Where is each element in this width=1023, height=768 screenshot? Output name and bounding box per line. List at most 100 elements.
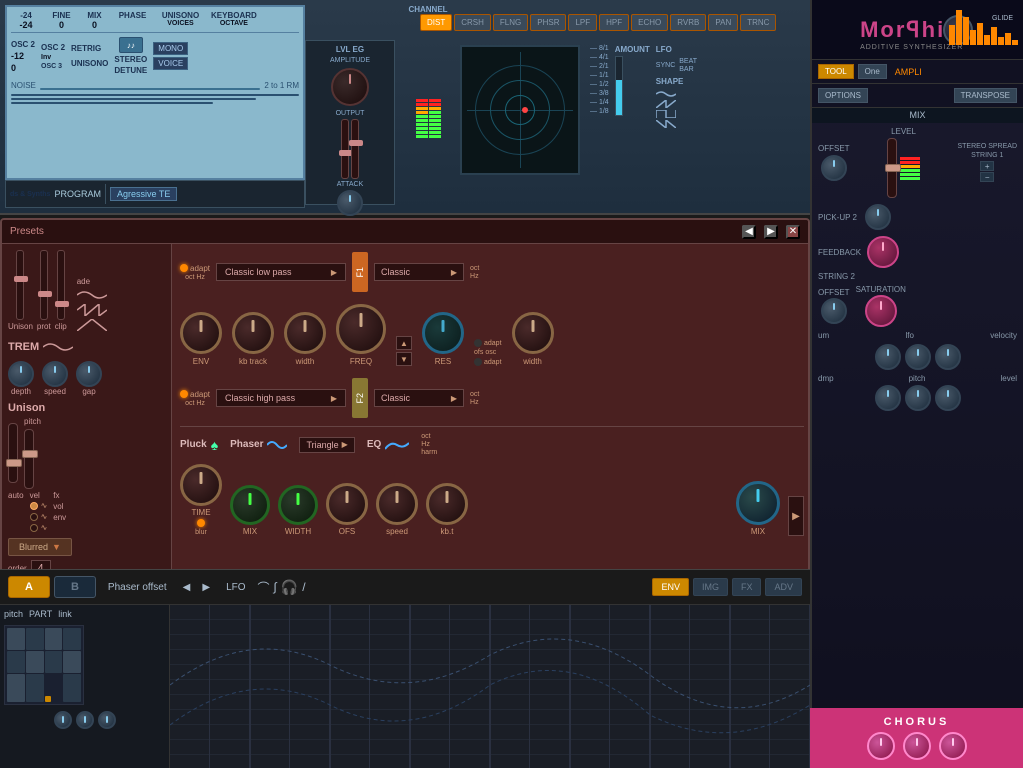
- mix2-eff-knob[interactable]: [736, 481, 780, 525]
- close-button[interactable]: ✕: [786, 225, 800, 239]
- vel-radio[interactable]: ∿ ∿ ∿: [30, 501, 48, 532]
- wave-selector2[interactable]: [77, 304, 107, 316]
- filter1-type-select[interactable]: Classic low pass ▶: [216, 263, 346, 281]
- offset-knob[interactable]: [821, 155, 847, 181]
- flng-button[interactable]: FLNG: [493, 14, 528, 31]
- feedback-knob[interactable]: [867, 236, 899, 268]
- curve-btn2[interactable]: ∫: [274, 580, 277, 594]
- chorus-knob-3[interactable]: [939, 732, 967, 760]
- prot-slider[interactable]: [40, 250, 48, 320]
- filter1-classic-select[interactable]: Classic ▶: [374, 263, 464, 281]
- speed-eff-knob[interactable]: [376, 483, 418, 525]
- tab-b-button[interactable]: B: [54, 576, 96, 598]
- fx-button[interactable]: FX: [732, 578, 762, 596]
- stereo-label: STEREO: [114, 55, 147, 64]
- freq-down-btn[interactable]: ▼: [396, 352, 412, 366]
- wave-selector1[interactable]: [77, 289, 107, 301]
- clip-slider[interactable]: [57, 250, 65, 320]
- options-button[interactable]: OPTIONS: [818, 88, 868, 103]
- um-label: um: [818, 331, 829, 340]
- transpose-button[interactable]: TRANSPOSE: [954, 88, 1017, 103]
- pitch-slider[interactable]: [24, 429, 34, 489]
- ofs-eff-knob[interactable]: [326, 483, 368, 525]
- pattern-main-grid[interactable]: [170, 605, 810, 768]
- rvrb-button[interactable]: RVRB: [670, 14, 706, 31]
- width1-knob[interactable]: [284, 312, 326, 354]
- ramp-shape[interactable]: [656, 120, 676, 128]
- pan-button[interactable]: PAN: [708, 14, 738, 31]
- pat-knob3[interactable]: [98, 711, 116, 729]
- res-knob[interactable]: [422, 312, 464, 354]
- prev-button[interactable]: ◀: [742, 225, 756, 239]
- tool-button[interactable]: TOOL: [818, 64, 854, 79]
- tab-a-button[interactable]: A: [8, 576, 50, 598]
- freq-knob[interactable]: [336, 304, 386, 354]
- adv-button[interactable]: ADV: [765, 578, 802, 596]
- curve-btn1[interactable]: ⌒: [258, 579, 270, 596]
- nav-next-btn[interactable]: ▶: [198, 580, 214, 595]
- blurred-button[interactable]: Blurred ▼: [8, 538, 72, 556]
- phsr-button[interactable]: PHSR: [530, 14, 566, 31]
- spread-stepper[interactable]: + −: [980, 161, 994, 182]
- saturation-knob[interactable]: [865, 295, 897, 327]
- time-knob[interactable]: [180, 464, 222, 506]
- echo-button[interactable]: ECHO: [631, 14, 668, 31]
- chorus-knob-1[interactable]: [867, 732, 895, 760]
- lpf-button[interactable]: LPF: [568, 14, 597, 31]
- level-m-knob[interactable]: [935, 385, 961, 411]
- trem-speed-knob[interactable]: [42, 361, 68, 387]
- pat-knob2[interactable]: [76, 711, 94, 729]
- trnc-button[interactable]: TRNC: [740, 14, 776, 31]
- level-fader[interactable]: [887, 138, 897, 198]
- dist-button[interactable]: DIST: [420, 14, 452, 31]
- dmp-knob[interactable]: [875, 385, 901, 411]
- nav-right-btn[interactable]: ▶: [788, 496, 804, 536]
- nav-prev-btn[interactable]: ◀: [179, 580, 195, 595]
- output-fader1[interactable]: [341, 119, 349, 179]
- img-button[interactable]: IMG: [693, 578, 728, 596]
- um-knob[interactable]: [875, 344, 901, 370]
- pattern-grid-mini[interactable]: [4, 625, 84, 705]
- trem-depth-knob[interactable]: [8, 361, 34, 387]
- freq-up-btn[interactable]: ▲: [396, 336, 412, 350]
- lfo-knob-m[interactable]: [905, 344, 931, 370]
- hpf-button[interactable]: HPF: [599, 14, 629, 31]
- next-button[interactable]: ▶: [764, 225, 778, 239]
- velocity-knob[interactable]: [935, 344, 961, 370]
- pitch-m-knob[interactable]: [905, 385, 931, 411]
- headphone-btn[interactable]: 🎧: [281, 579, 298, 596]
- width-eff-knob[interactable]: [278, 485, 318, 525]
- filter2-type-select[interactable]: Classic high pass ▶: [216, 389, 346, 407]
- trem-gap-knob[interactable]: [76, 361, 102, 387]
- amplitude-knob[interactable]: [331, 68, 369, 106]
- crsh-button[interactable]: CRSH: [454, 14, 491, 31]
- env-button[interactable]: ENV: [652, 578, 689, 596]
- mix-eff-knob[interactable]: [230, 485, 270, 525]
- slash-btn[interactable]: /: [302, 580, 305, 594]
- amount-bar[interactable]: [615, 56, 623, 116]
- sine-shape[interactable]: [656, 90, 676, 98]
- sub-slider[interactable]: [16, 250, 24, 320]
- one-button[interactable]: One: [858, 64, 887, 79]
- chorus-knob-2[interactable]: [903, 732, 931, 760]
- square-shape[interactable]: [656, 110, 676, 118]
- offset2-knob[interactable]: [821, 298, 847, 324]
- wave-selector3[interactable]: [77, 319, 107, 331]
- output-fader2[interactable]: [351, 119, 359, 179]
- width2-knob[interactable]: [512, 312, 554, 354]
- mix-eff-label: MIX: [243, 527, 257, 536]
- program-bar: ds & Synths PROGRAM Agressive TE: [5, 180, 305, 208]
- pat-knob1[interactable]: [54, 711, 72, 729]
- pickup2-knob[interactable]: [865, 204, 891, 230]
- kbt-eff-knob[interactable]: [426, 483, 468, 525]
- unison-slider[interactable]: [8, 423, 18, 483]
- env-knob[interactable]: [180, 312, 222, 354]
- attack-knob[interactable]: [337, 190, 363, 216]
- kb-track-knob[interactable]: [232, 312, 274, 354]
- filter2-classic-select[interactable]: Classic ▶: [374, 389, 464, 407]
- osc2-label: OSC 2: [11, 40, 35, 49]
- triangle-select[interactable]: Triangle ▶: [299, 437, 354, 453]
- saw-shape[interactable]: [656, 100, 676, 108]
- link-pat-label[interactable]: link: [58, 609, 72, 619]
- f1-badge: F1: [352, 252, 368, 292]
